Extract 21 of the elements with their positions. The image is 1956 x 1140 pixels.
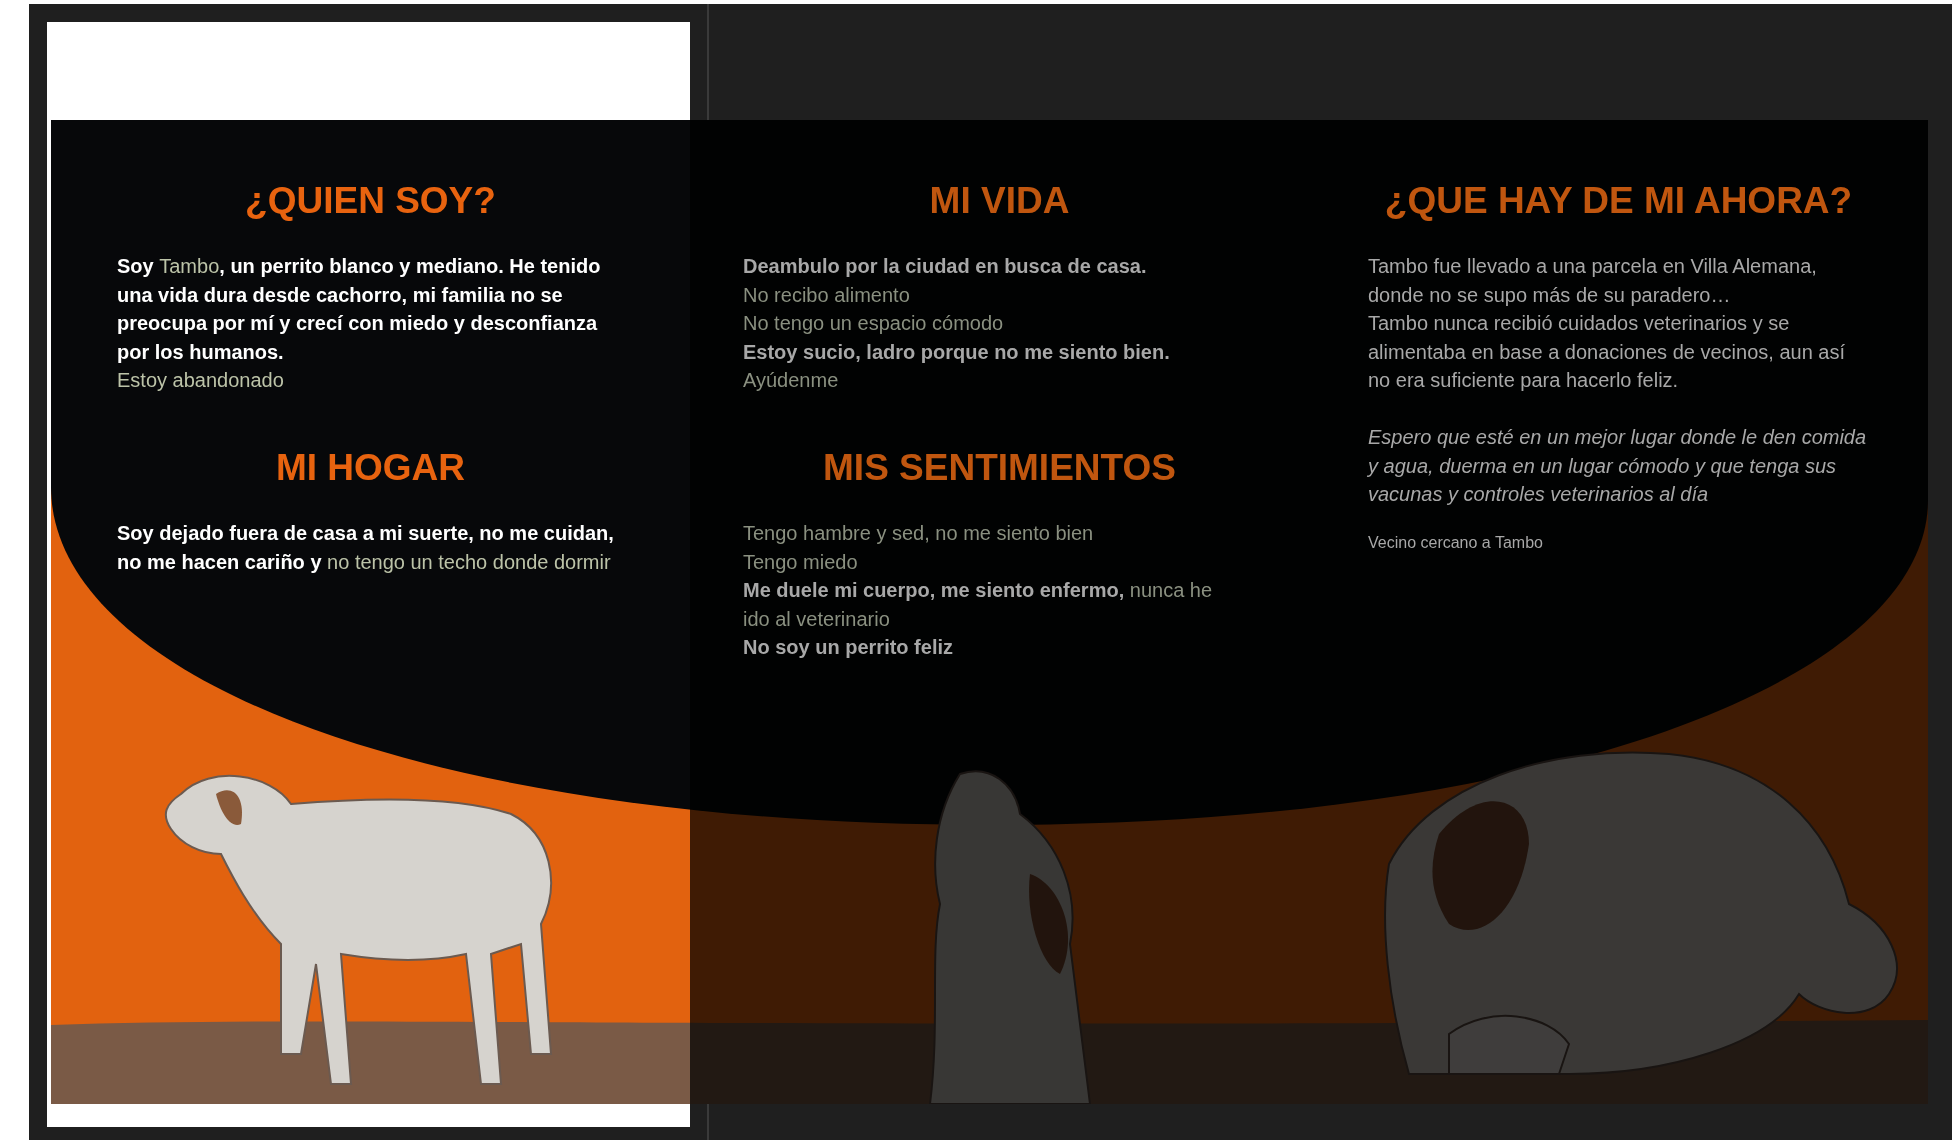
body-text: Deambulo por la ciudad en busca de casa. xyxy=(743,254,1148,279)
body-text: Soy Tambo, un perrito blanco y mediano. He tenido una vida dura desde cachorro, mi familia no se preocupa por mí y crecí con miedo y desconfianza por los humanos. xyxy=(117,254,602,365)
body-text: Estoy sucio, ladro porque no me siento bien. xyxy=(743,339,1171,365)
body-text: Tengo miedo xyxy=(743,549,859,575)
body-text: Soy dejado fuera de casa a mi suerte, no me cuidan, no me hacen cariño y no tengo un techo donde dormir xyxy=(117,520,615,575)
section-heading: MI HOGAR xyxy=(275,446,466,489)
section-heading: ¿QUIEN SOY? xyxy=(245,180,496,222)
body-text: Estoy abandonado xyxy=(117,368,285,394)
section-heading: MI VIDA xyxy=(929,180,1070,222)
body-text: Ayúdenme xyxy=(743,368,840,394)
quote-text: Espero que esté en un mejor lugar donde le den comida y agua, duerma en un lugar cómodo y que tenga sus vacunas y controles veterinarios al día xyxy=(1368,424,1868,508)
section-heading: ¿QUE HAY DE MI AHORA? xyxy=(1384,180,1853,222)
body-text: Tambo fue llevado a una parcela en Villa Alemana, donde no se supo más de su paradero… xyxy=(1368,254,1818,308)
body-text: No soy un perrito feliz xyxy=(743,635,955,661)
body-text: Tambo nunca recibió cuidados veterinarios y se alimentaba en base a donaciones de vecinos, aun así no era suficiente para hacerlo feliz. xyxy=(1368,311,1846,394)
quote-attribution: Vecino cercano a Tambo xyxy=(1368,532,1544,553)
body-text: Me duele mi cuerpo, me siento enfermo, nunca he ido al veterinario xyxy=(743,578,1214,632)
body-text: No tengo un espacio cómodo xyxy=(743,311,1005,337)
body-text: No recibo alimento xyxy=(743,282,911,308)
section-heading: MIS SENTIMIENTOS xyxy=(823,446,1176,489)
body-text: Tengo hambre y sed, no me siento bien xyxy=(743,520,1095,546)
